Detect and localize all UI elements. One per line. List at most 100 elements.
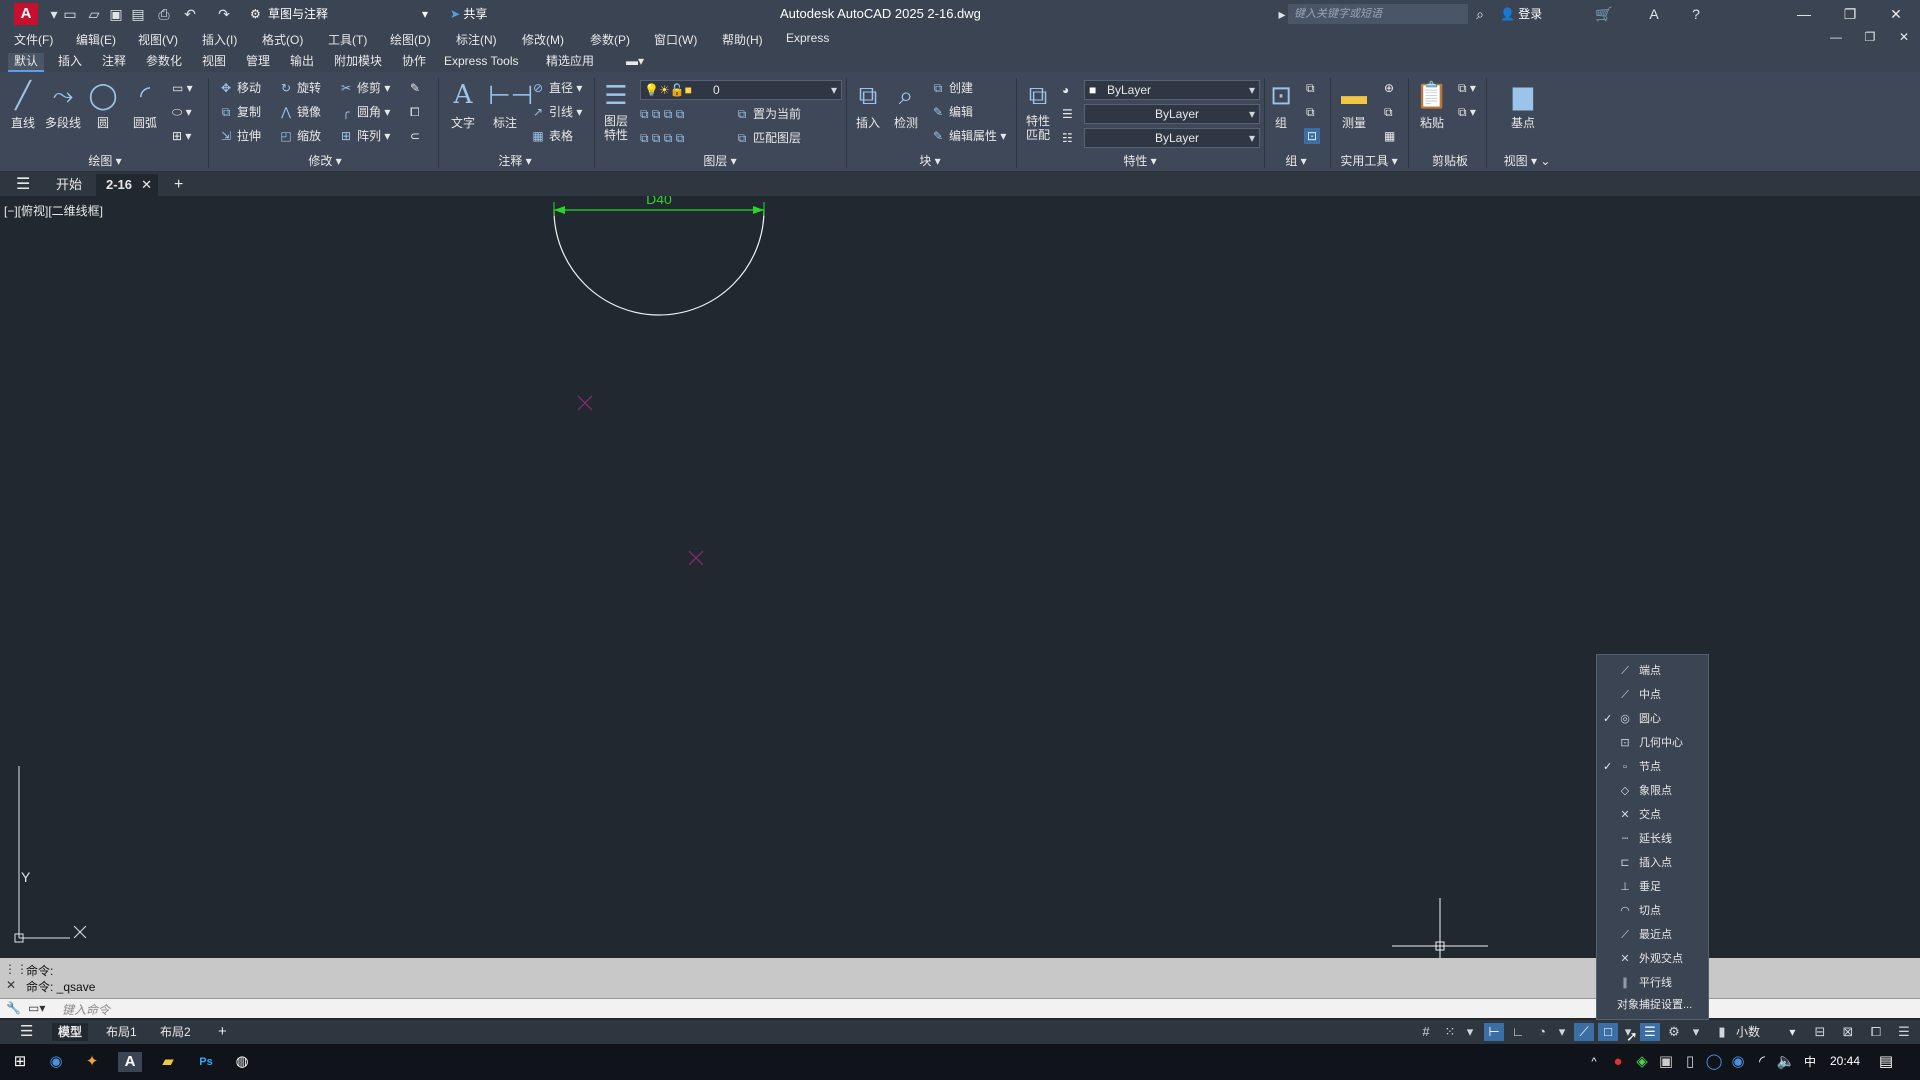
- menu-insert[interactable]: 插入(I): [202, 31, 237, 48]
- scale-button[interactable]: ◰ 缩放: [278, 128, 321, 144]
- file-explorer-icon[interactable]: ▰: [156, 1052, 180, 1072]
- object-snap-item[interactable]: ⟋ 最近点: [1597, 923, 1708, 947]
- restore-button[interactable]: ❐: [1830, 2, 1870, 26]
- object-snap-item[interactable]: ◇ 象限点: [1597, 779, 1708, 803]
- object-snap-item[interactable]: ⊥ 垂足: [1597, 875, 1708, 899]
- login-button[interactable]: 👤 登录: [1500, 4, 1542, 24]
- copy-button[interactable]: ⧉ 复制: [218, 104, 261, 120]
- open-file-icon[interactable]: ▱: [84, 4, 104, 24]
- explode-icon[interactable]: ⧠: [410, 104, 420, 120]
- tab-manage[interactable]: 管理: [240, 53, 276, 72]
- grip-icon[interactable]: ⋮⋮: [4, 962, 28, 976]
- object-snap-item[interactable]: ⊡ 几何中心: [1597, 731, 1708, 755]
- menu-express[interactable]: Express: [786, 31, 829, 45]
- close-command-icon[interactable]: ✕: [6, 978, 16, 992]
- customize-icon[interactable]: 🔧: [6, 1001, 21, 1015]
- isolate-objects-icon[interactable]: ⊠: [1838, 1023, 1858, 1041]
- lineweight-toggle-icon[interactable]: ☰: [1640, 1023, 1660, 1041]
- share-button[interactable]: ➤ 共享: [450, 4, 487, 24]
- object-snap-item[interactable]: ✓ ◎ 圆心: [1597, 707, 1708, 731]
- save-as-icon[interactable]: ▤: [128, 4, 148, 24]
- groups-panel-footer[interactable]: 组 ▾: [1276, 152, 1316, 170]
- notification-icon[interactable]: ▤: [1874, 1052, 1898, 1072]
- object-snap-item[interactable]: ◠ 切点: [1597, 899, 1708, 923]
- wifi-icon[interactable]: ◜: [1750, 1052, 1774, 1072]
- recent-commands-icon[interactable]: ▭▾: [28, 1001, 45, 1015]
- mirror-button[interactable]: ⋀ 镜像: [278, 104, 321, 120]
- tab-output[interactable]: 输出: [284, 53, 320, 72]
- table-button[interactable]: ▦ 表格: [530, 128, 573, 144]
- block-panel-footer[interactable]: 块 ▾: [900, 152, 960, 170]
- menu-window[interactable]: 窗口(W): [654, 31, 697, 48]
- minimize-button[interactable]: —: [1784, 2, 1824, 26]
- measure-button[interactable]: ▬ 测量: [1336, 76, 1372, 131]
- object-snap-item[interactable]: ∥ 平行线: [1597, 971, 1708, 995]
- match-properties-button[interactable]: ⧉ 特性 匹配: [1020, 76, 1056, 142]
- layer-tools-row2-icon[interactable]: ⧉ ⧉ ⧉ ⧉: [640, 130, 684, 146]
- object-snap-icon[interactable]: □: [1598, 1023, 1618, 1041]
- lineweight-dropdown[interactable]: ByLayer: [1084, 128, 1260, 148]
- object-snap-item[interactable]: ✓ ▫ 节点: [1597, 755, 1708, 779]
- browser-icon[interactable]: ◉: [44, 1052, 68, 1072]
- fillet-button[interactable]: ╭ 圆角 ▾: [338, 104, 390, 120]
- array-button[interactable]: ⊞ 阵列 ▾: [338, 128, 390, 144]
- semicircle[interactable]: [553, 209, 765, 316]
- view-panel-footer[interactable]: 视图 ▾ ⌄: [1492, 152, 1562, 170]
- workspace-selector[interactable]: ⚙ 草图与注释 ▾: [248, 4, 428, 24]
- move-button[interactable]: ✥ 移动: [218, 80, 261, 96]
- tab-collaborate[interactable]: 协作: [396, 53, 432, 72]
- boundary-icon[interactable]: ⊞ ▾: [172, 128, 191, 144]
- layout-menu-icon[interactable]: ☰: [14, 1023, 39, 1041]
- paste-button[interactable]: 📋 粘贴: [1414, 76, 1450, 131]
- tab-layout1[interactable]: 布局1: [100, 1023, 143, 1041]
- tab-addins[interactable]: 附加模块: [328, 53, 388, 72]
- new-tab-icon[interactable]: +: [164, 174, 193, 196]
- cut-clip-icon[interactable]: ⧉ ▾: [1458, 104, 1476, 120]
- cart-icon[interactable]: 🛒: [1594, 4, 1614, 24]
- units-icon[interactable]: ▮: [1712, 1023, 1732, 1041]
- offset-icon[interactable]: ⊂: [410, 128, 420, 144]
- settings-chevron-icon[interactable]: ▾: [1686, 1023, 1706, 1041]
- create-block-button[interactable]: ⧉ 创建: [930, 80, 973, 96]
- clipboard-panel-footer[interactable]: 剪贴板: [1420, 152, 1480, 170]
- stretch-button[interactable]: ⇲ 拉伸: [218, 128, 261, 144]
- tab-default[interactable]: 默认: [8, 53, 45, 72]
- customization-icon[interactable]: ☰: [1894, 1023, 1914, 1041]
- menu-tools[interactable]: 工具(T): [328, 31, 367, 48]
- menu-modify[interactable]: 修改(M): [522, 31, 564, 48]
- group-select-icon[interactable]: ⊡: [1304, 128, 1321, 144]
- menu-help[interactable]: 帮助(H): [722, 31, 763, 48]
- units-dropdown[interactable]: 小数 ▾: [1736, 1023, 1795, 1040]
- draw-panel-footer[interactable]: 绘图 ▾: [70, 152, 140, 170]
- quick-select-icon[interactable]: ⧉: [1384, 104, 1393, 120]
- color-dropdown[interactable]: ■ ByLayer: [1084, 80, 1260, 100]
- object-snap-item[interactable]: ⟋ 中点: [1597, 683, 1708, 707]
- autodesk-account-icon[interactable]: A: [1644, 4, 1664, 24]
- menu-file[interactable]: 文件(F): [14, 31, 53, 48]
- circle-button[interactable]: ◯ 圆: [86, 76, 120, 131]
- detect-button[interactable]: ⌕ 检测: [888, 76, 924, 131]
- layer-properties-button[interactable]: ☰ 图层 特性: [598, 76, 634, 142]
- leader-button[interactable]: ↗ 引线 ▾: [530, 104, 582, 120]
- tray-device-icon[interactable]: ▣: [1654, 1052, 1678, 1072]
- snap-chevron-icon[interactable]: ▾: [1460, 1023, 1480, 1041]
- dimension-button[interactable]: ⊢⊣ 标注: [488, 76, 533, 131]
- ungroup-icon[interactable]: ⧉: [1306, 80, 1315, 96]
- object-snap-settings-item[interactable]: 对象捕捉设置...: [1617, 996, 1692, 1012]
- isodraft-icon[interactable]: ⟋: [1574, 1023, 1594, 1041]
- group-button[interactable]: ⊡ 组: [1266, 76, 1296, 131]
- ortho-icon[interactable]: ∟: [1508, 1023, 1528, 1041]
- snap-mode-icon[interactable]: ⁙: [1440, 1023, 1460, 1041]
- print-icon[interactable]: ⎙: [154, 4, 174, 24]
- tab-start[interactable]: 开始: [46, 174, 92, 196]
- tab-layout2[interactable]: 布局2: [154, 1023, 197, 1041]
- object-snap-item[interactable]: ┄ 延长线: [1597, 827, 1708, 851]
- close-tab-icon[interactable]: ✕: [141, 174, 152, 196]
- volume-icon[interactable]: 🔈: [1774, 1052, 1798, 1072]
- rectangle-icon[interactable]: ▭ ▾: [172, 80, 193, 96]
- tab-view[interactable]: 视图: [196, 53, 232, 72]
- doc-close-button[interactable]: ✕: [1884, 26, 1920, 48]
- base-view-button[interactable]: ▆ 基点: [1500, 76, 1546, 131]
- color-wheel-icon[interactable]: ◕: [1062, 82, 1069, 98]
- ime-indicator[interactable]: 中: [1798, 1052, 1822, 1072]
